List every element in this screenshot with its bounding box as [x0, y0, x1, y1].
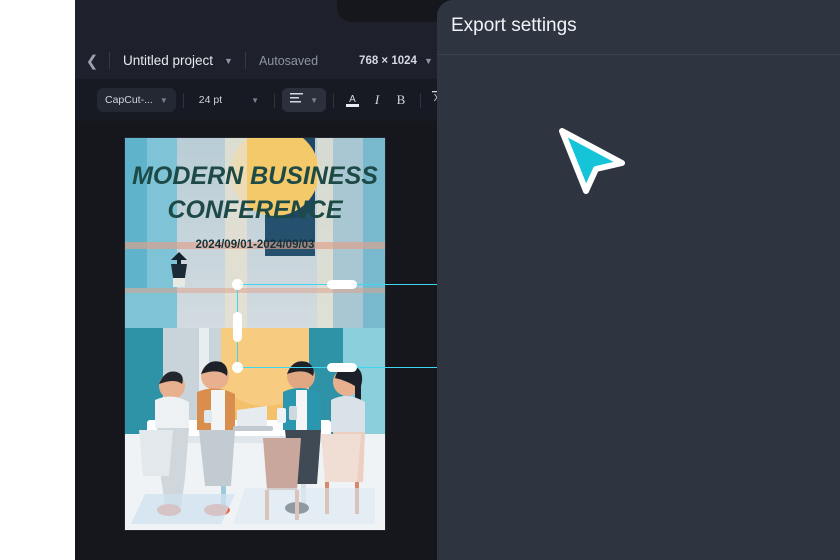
toolbar-divider-3	[332, 92, 334, 108]
chevron-down-icon[interactable]: ▼	[224, 56, 245, 66]
bold-label: B	[396, 92, 406, 107]
bold-button[interactable]: B	[389, 88, 413, 112]
handle-bottom-left[interactable]	[232, 362, 243, 373]
toolbar-divider-2	[274, 92, 276, 108]
headline-line1: MODERN BUSINESS	[132, 162, 378, 190]
canvas-dimensions[interactable]: 768 × 1024	[331, 55, 424, 67]
font-size-select[interactable]: 24 pt ▼	[191, 88, 267, 112]
chevron-down-icon: ▼	[159, 95, 168, 105]
screenshot-root: ❮ Untitled project ▼ Autosaved 768 × 102…	[0, 0, 840, 560]
align-left-icon	[290, 91, 304, 109]
dimensions-chevron-down-icon[interactable]: ▼	[424, 56, 433, 66]
back-icon[interactable]: ❮	[75, 42, 109, 79]
chevron-down-icon: ▼	[251, 95, 260, 105]
svg-text:A: A	[350, 94, 357, 105]
handle-middle-left[interactable]	[233, 312, 242, 342]
font-size-label: 24 pt	[198, 94, 223, 106]
handle-top-center[interactable]	[327, 280, 357, 289]
text-align-select[interactable]: ▼	[282, 88, 326, 112]
handle-top-left[interactable]	[232, 279, 243, 290]
export-settings-panel: Export settings File type JPEG Size 2x 1…	[437, 0, 840, 560]
chevron-down-icon: ▼	[310, 95, 318, 105]
font-family-label: CapCut-...	[105, 94, 153, 106]
panel-header-divider	[437, 54, 840, 55]
autosave-status: Autosaved	[258, 53, 319, 68]
italic-label: I	[374, 92, 380, 107]
poster-date-range: 2024/09/01-2024/09/03	[196, 239, 315, 251]
toolbar-divider-4	[419, 92, 421, 108]
toolbar-divider-1	[182, 92, 184, 108]
font-family-select[interactable]: CapCut-... ▼	[97, 88, 176, 112]
handle-bottom-center[interactable]	[327, 363, 357, 372]
italic-button[interactable]: I	[365, 88, 389, 112]
text-selection-box[interactable]	[232, 279, 450, 373]
panel-title: Export settings	[451, 15, 577, 36]
headline-line2: CONFERENCE	[167, 196, 343, 224]
text-color-icon[interactable]: A	[341, 88, 365, 112]
project-title[interactable]: Untitled project	[110, 53, 224, 68]
